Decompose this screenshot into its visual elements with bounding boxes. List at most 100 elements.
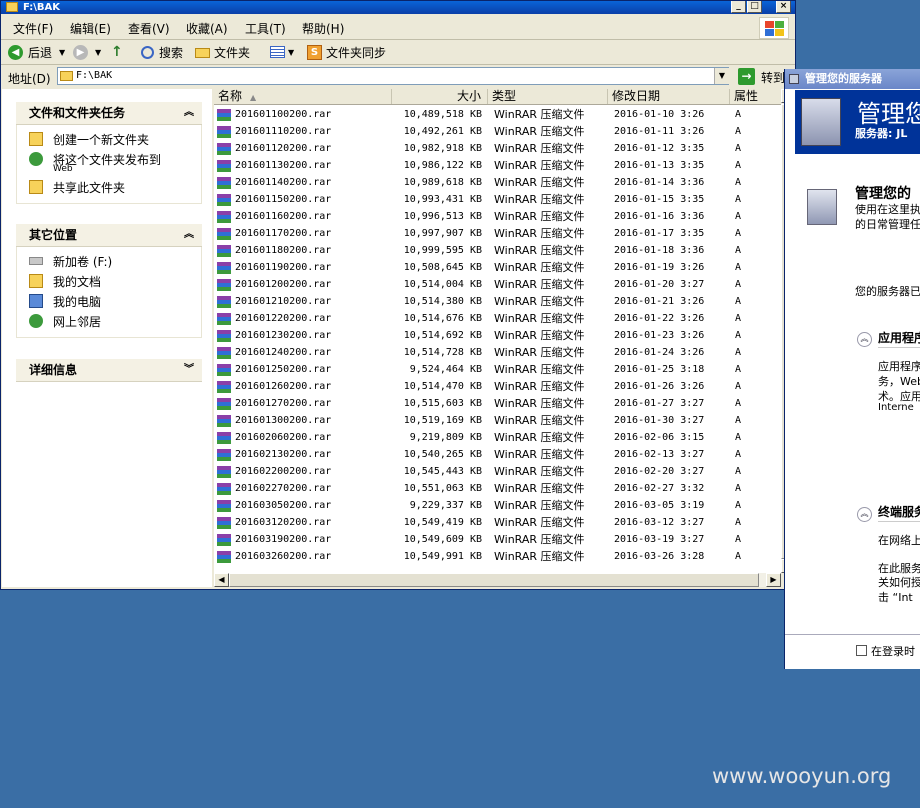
hscroll-thumb[interactable] (229, 573, 759, 587)
file-row[interactable]: 201601270200.rar 10,515,603 KB WinRAR 压缩文件… (214, 395, 781, 412)
go-arrow-icon[interactable]: → (738, 68, 755, 85)
file-row[interactable]: 201601210200.rar 10,514,380 KB WinRAR 压缩文件… (214, 293, 781, 310)
menu-help[interactable]: 帮助(H) (302, 20, 344, 37)
column-date[interactable]: 修改日期 (608, 89, 730, 104)
close-button[interactable]: × (776, 1, 791, 13)
search-button[interactable]: 搜索 (159, 44, 183, 61)
menu-file[interactable]: 文件(F) (13, 20, 53, 37)
file-row[interactable]: 201601180200.rar 10,999,595 KB WinRAR 压缩文件… (214, 242, 781, 259)
title-bar[interactable]: F:\BAK _ □ × (1, 1, 795, 14)
column-attr[interactable]: 属性 (730, 89, 781, 104)
chevron-up-icon[interactable]: ︽ (184, 224, 194, 246)
file-type: WinRAR 压缩文件 (494, 125, 585, 138)
place-my-documents[interactable]: 我的文档 (17, 271, 201, 291)
file-row[interactable]: 201601250200.rar 9,524,464 KB WinRAR 压缩文件 2… (214, 361, 781, 378)
menu-tools[interactable]: 工具(T) (245, 20, 286, 37)
file-row[interactable]: 201602130200.rar 10,540,265 KB WinRAR 压缩文件… (214, 446, 781, 463)
forward-dropdown-icon[interactable]: ▼ (95, 48, 101, 57)
place-volume-f[interactable]: 新加卷 (F:) (17, 251, 201, 271)
collapse-icon[interactable]: ︽ (857, 507, 872, 522)
folder-sync-button[interactable]: 文件夹同步 (326, 44, 386, 61)
back-arrow-icon[interactable]: ◀ (8, 45, 23, 60)
file-row[interactable]: 201603190200.rar 10,549,609 KB WinRAR 压缩文件… (214, 531, 781, 548)
folders-button[interactable]: 文件夹 (214, 44, 250, 61)
views-dropdown-icon[interactable]: ▼ (288, 48, 294, 57)
file-size: 10,989,618 KB (403, 177, 482, 188)
place-my-computer[interactable]: 我的电脑 (17, 291, 201, 311)
file-row[interactable]: 201601160200.rar 10,996,513 KB WinRAR 压缩文件… (214, 208, 781, 225)
startup-checkbox[interactable] (856, 645, 867, 656)
file-row[interactable]: 201601300200.rar 10,519,169 KB WinRAR 压缩文件… (214, 412, 781, 429)
file-row[interactable]: 201602270200.rar 10,551,063 KB WinRAR 压缩文件… (214, 480, 781, 497)
place-network[interactable]: 网上邻居 (17, 311, 201, 331)
address-dropdown-icon[interactable]: ▼ (714, 68, 729, 84)
menu-view[interactable]: 查看(V) (128, 20, 170, 37)
other-places-header[interactable]: 其它位置 ︽ (16, 224, 202, 247)
maximize-button[interactable]: □ (747, 1, 762, 13)
file-row[interactable]: 201601240200.rar 10,514,728 KB WinRAR 压缩文件… (214, 344, 781, 361)
winrar-archive-icon (217, 380, 231, 394)
file-row[interactable]: 201603260200.rar 10,549,991 KB WinRAR 压缩文件… (214, 548, 781, 565)
task-share-folder[interactable]: 共享此文件夹 (17, 177, 201, 197)
file-attr: A (735, 194, 742, 205)
file-date: 2016-03-19 3:27 (614, 534, 705, 545)
sort-asc-icon: ▲ (250, 93, 257, 102)
file-type: WinRAR 压缩文件 (494, 244, 585, 257)
file-attr: A (735, 245, 742, 256)
file-row[interactable]: 201603120200.rar 10,549,419 KB WinRAR 压缩文件… (214, 514, 781, 531)
views-icon[interactable] (270, 46, 285, 58)
column-size[interactable]: 大小 (392, 89, 488, 104)
details-header[interactable]: 详细信息 ︾ (16, 359, 202, 382)
go-button[interactable]: 转到 (761, 69, 785, 86)
file-rows: 201601100200.rar 10,489,518 KB WinRAR 压缩文件… (214, 106, 781, 573)
file-attr: A (735, 177, 742, 188)
menu-favorites[interactable]: 收藏(A) (186, 20, 228, 37)
file-row[interactable]: 201601140200.rar 10,989,618 KB WinRAR 压缩文件… (214, 174, 781, 191)
column-type[interactable]: 类型 (488, 89, 608, 104)
back-dropdown-icon[interactable]: ▼ (59, 48, 65, 57)
section-terminal-title[interactable]: 终端服务 (878, 503, 920, 520)
winrar-archive-icon (217, 448, 231, 462)
task-publish-web[interactable]: 将这个文件夹发布到 Web (17, 149, 201, 177)
file-row[interactable]: 201601260200.rar 10,514,470 KB WinRAR 压缩文件… (214, 378, 781, 395)
file-row[interactable]: 201601230200.rar 10,514,692 KB WinRAR 压缩文件… (214, 327, 781, 344)
minimize-button[interactable]: _ (731, 1, 746, 13)
server-icon (789, 74, 799, 84)
folder-up-icon[interactable]: ↑ (111, 44, 127, 60)
file-row[interactable]: 201601150200.rar 10,993,431 KB WinRAR 压缩文件… (214, 191, 781, 208)
horizontal-scrollbar[interactable]: ◀ ▶ (214, 573, 781, 587)
file-row[interactable]: 201601120200.rar 10,982,918 KB WinRAR 压缩文件… (214, 140, 781, 157)
folder-icon (60, 71, 73, 81)
winrar-archive-icon (217, 465, 231, 479)
collapse-icon[interactable]: ︽ (857, 332, 872, 347)
menu-edit[interactable]: 编辑(E) (70, 20, 111, 37)
file-row[interactable]: 201601130200.rar 10,986,122 KB WinRAR 压缩文件… (214, 157, 781, 174)
chevron-up-icon[interactable]: ︽ (184, 102, 194, 124)
file-type: WinRAR 压缩文件 (494, 397, 585, 410)
file-row[interactable]: 201603050200.rar 9,229,337 KB WinRAR 压缩文件 2… (214, 497, 781, 514)
file-row[interactable]: 201602060200.rar 9,219,809 KB WinRAR 压缩文件 2… (214, 429, 781, 446)
task-new-folder[interactable]: 创建一个新文件夹 (17, 129, 201, 149)
file-size: 10,489,518 KB (403, 109, 482, 120)
list-header: 名称 ▲ 大小 类型 修改日期 属性 (214, 89, 781, 105)
file-row[interactable]: 201601220200.rar 10,514,676 KB WinRAR 压缩文件… (214, 310, 781, 327)
forward-arrow-icon[interactable]: ▶ (73, 45, 88, 60)
chevron-down-icon[interactable]: ︾ (184, 359, 194, 381)
back-button[interactable]: 后退 (28, 44, 52, 61)
section-app-title[interactable]: 应用程序 (878, 329, 920, 346)
address-input[interactable]: F:\BAK ▼ (57, 67, 729, 85)
file-row[interactable]: 201601190200.rar 10,508,645 KB WinRAR 压缩文件… (214, 259, 781, 276)
file-row[interactable]: 201602200200.rar 10,545,443 KB WinRAR 压缩文件… (214, 463, 781, 480)
file-row[interactable]: 201601110200.rar 10,492,261 KB WinRAR 压缩文件… (214, 123, 781, 140)
file-tasks-header[interactable]: 文件和文件夹任务 ︽ (16, 102, 202, 125)
file-row[interactable]: 201601100200.rar 10,489,518 KB WinRAR 压缩文件… (214, 106, 781, 123)
server-title-bar[interactable]: 管理您的服务器 (785, 69, 920, 89)
scroll-left-icon[interactable]: ◀ (214, 573, 229, 587)
file-type: WinRAR 压缩文件 (494, 210, 585, 223)
file-row[interactable]: 201601170200.rar 10,997,907 KB WinRAR 压缩文件… (214, 225, 781, 242)
file-type: WinRAR 压缩文件 (494, 278, 585, 291)
column-name[interactable]: 名称 ▲ (214, 89, 392, 104)
file-row[interactable]: 201601200200.rar 10,514,004 KB WinRAR 压缩文件… (214, 276, 781, 293)
scroll-right-icon[interactable]: ▶ (766, 573, 781, 587)
file-size: 10,549,419 KB (403, 517, 482, 528)
